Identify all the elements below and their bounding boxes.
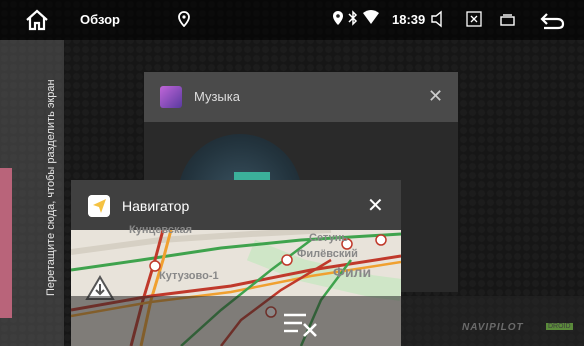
brand-tag: DROID <box>546 323 573 330</box>
home-icon[interactable] <box>24 8 50 32</box>
navigator-icon <box>88 195 110 217</box>
bluetooth-icon <box>348 10 358 26</box>
back-icon[interactable] <box>540 10 566 30</box>
volume-icon[interactable] <box>430 10 444 28</box>
recents-icon[interactable] <box>500 10 516 28</box>
wifi-icon <box>363 10 379 24</box>
location-icon <box>333 11 343 25</box>
recent-card-header: Навигатор ✕ <box>71 180 401 230</box>
page-title: Обзор <box>80 12 120 27</box>
location-icon <box>178 11 190 27</box>
map-label: Кутузово-1 <box>159 270 219 282</box>
map-label: Кунцевская <box>129 224 193 236</box>
split-screen-hint: Перетащите сюда, чтобы разделить экран <box>45 79 57 296</box>
bottom-bar <box>71 296 584 346</box>
clear-all-icon[interactable] <box>282 310 320 340</box>
music-icon <box>160 86 182 108</box>
clock: 18:39 <box>392 12 426 27</box>
brand-logo: NAVIPILOT <box>462 322 524 333</box>
recent-card-header: Музыка ✕ <box>144 72 458 122</box>
screenshot-icon[interactable] <box>466 10 482 28</box>
drop-zone-accent <box>0 168 12 318</box>
status-bar: Обзор 18:39 <box>0 0 584 40</box>
recent-card-title: Музыка <box>194 89 240 104</box>
map-label: Фили <box>333 264 372 280</box>
close-icon[interactable]: ✕ <box>367 193 384 218</box>
map-label: Филёвский <box>297 248 358 260</box>
recent-card-title: Навигатор <box>122 198 190 214</box>
map-label: Сетунь <box>309 232 349 244</box>
close-icon[interactable]: ✕ <box>428 86 443 107</box>
